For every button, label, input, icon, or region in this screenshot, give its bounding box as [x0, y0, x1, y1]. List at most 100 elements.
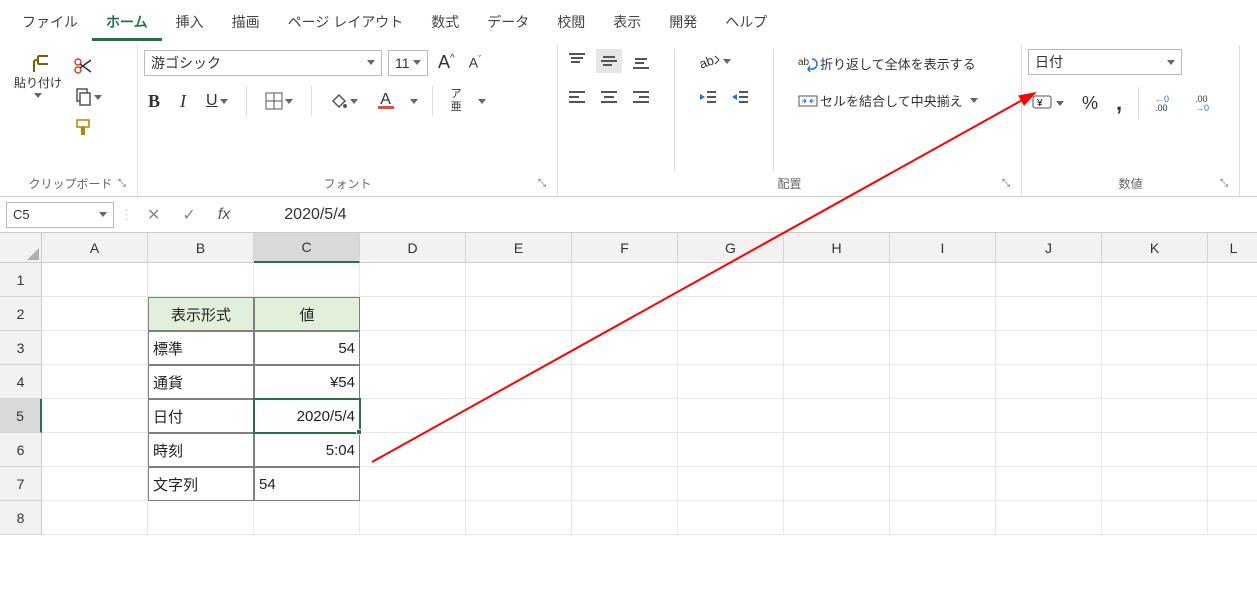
cell[interactable] [148, 263, 254, 297]
decrease-font-button[interactable]: Aˇ [465, 51, 485, 74]
cell[interactable] [678, 263, 784, 297]
cell[interactable] [572, 297, 678, 331]
cell[interactable] [890, 467, 996, 501]
cell[interactable] [42, 331, 148, 365]
cell[interactable]: 日付 [148, 399, 254, 433]
cancel-formula-button[interactable]: ✕ [139, 205, 168, 225]
cell[interactable]: 5:04 [254, 433, 360, 467]
cell[interactable] [1102, 331, 1208, 365]
cell[interactable] [1102, 365, 1208, 399]
row-header[interactable]: 6 [0, 433, 42, 467]
cell[interactable] [42, 433, 148, 467]
cell[interactable] [466, 467, 572, 501]
increase-decimal-button[interactable]: ←0.00 [1151, 91, 1181, 115]
cell[interactable]: ¥54 [254, 365, 360, 399]
cell[interactable]: 54 [254, 467, 360, 501]
bold-button[interactable]: B [144, 88, 164, 115]
cell[interactable] [784, 297, 890, 331]
cell[interactable]: 時刻 [148, 433, 254, 467]
cell[interactable] [572, 501, 678, 535]
cell[interactable] [42, 501, 148, 535]
cell[interactable] [572, 331, 678, 365]
fill-handle[interactable] [356, 429, 362, 435]
increase-font-button[interactable]: A^ [434, 49, 459, 76]
cell[interactable] [678, 399, 784, 433]
borders-button[interactable] [261, 89, 297, 113]
underline-button[interactable]: U [202, 89, 232, 113]
tab-help[interactable]: ヘルプ [711, 6, 781, 41]
cell[interactable] [678, 297, 784, 331]
formula-bar-input[interactable]: 2020/5/4 [244, 206, 346, 224]
cell[interactable]: 文字列 [148, 467, 254, 501]
cut-button[interactable] [70, 55, 106, 79]
format-painter-button[interactable] [70, 115, 106, 139]
cell[interactable] [466, 297, 572, 331]
font-color-button[interactable]: A [374, 90, 398, 112]
cell[interactable] [572, 365, 678, 399]
cell[interactable]: 54 [254, 331, 360, 365]
cell[interactable] [466, 365, 572, 399]
decrease-indent-button[interactable] [695, 85, 721, 109]
col-header[interactable]: F [572, 233, 678, 263]
phonetic-dropdown[interactable] [478, 99, 486, 104]
cell[interactable] [996, 501, 1102, 535]
cell[interactable]: 標準 [148, 331, 254, 365]
enter-formula-button[interactable]: ✓ [174, 205, 203, 225]
cell[interactable] [784, 365, 890, 399]
cell[interactable] [1102, 297, 1208, 331]
cell[interactable] [678, 365, 784, 399]
italic-button[interactable]: I [176, 88, 190, 115]
cell[interactable] [360, 263, 466, 297]
cell[interactable] [254, 263, 360, 297]
font-color-dropdown[interactable] [410, 99, 418, 104]
cell[interactable] [890, 399, 996, 433]
cell[interactable] [572, 433, 678, 467]
cell[interactable] [1208, 467, 1257, 501]
cell[interactable] [996, 433, 1102, 467]
col-header[interactable]: H [784, 233, 890, 263]
align-right-button[interactable] [628, 85, 654, 109]
cell[interactable] [678, 501, 784, 535]
cell[interactable] [572, 467, 678, 501]
col-header[interactable]: E [466, 233, 572, 263]
cell[interactable] [360, 433, 466, 467]
cell[interactable] [1208, 263, 1257, 297]
cell[interactable] [466, 433, 572, 467]
font-size-select[interactable]: 11 [388, 50, 428, 76]
cell[interactable] [784, 399, 890, 433]
cell[interactable] [1102, 501, 1208, 535]
align-left-button[interactable] [564, 85, 590, 109]
tab-draw[interactable]: 描画 [218, 6, 274, 41]
row-header[interactable]: 8 [0, 501, 42, 535]
cell[interactable] [678, 331, 784, 365]
col-header[interactable]: G [678, 233, 784, 263]
cell[interactable] [996, 297, 1102, 331]
tab-data[interactable]: データ [473, 6, 543, 41]
dialog-launcher-font[interactable]: ⤡ [535, 178, 549, 192]
cell[interactable] [890, 263, 996, 297]
merge-center-button[interactable]: セルを結合して中央揃え [794, 88, 982, 113]
selected-cell[interactable]: 2020/5/4 [254, 399, 360, 433]
cell[interactable] [996, 331, 1102, 365]
col-header[interactable]: L [1208, 233, 1257, 263]
cell[interactable] [784, 433, 890, 467]
cell[interactable] [42, 365, 148, 399]
name-box[interactable]: C5 [6, 202, 114, 228]
cell[interactable] [996, 399, 1102, 433]
tab-review[interactable]: 校閲 [543, 6, 599, 41]
cell[interactable] [678, 433, 784, 467]
row-header[interactable]: 7 [0, 467, 42, 501]
cell[interactable] [42, 297, 148, 331]
cell[interactable] [1102, 263, 1208, 297]
cell[interactable] [1208, 433, 1257, 467]
cell[interactable] [784, 501, 890, 535]
percent-button[interactable]: % [1078, 90, 1102, 117]
col-header[interactable]: A [42, 233, 148, 263]
align-bottom-button[interactable] [628, 49, 654, 73]
cell[interactable] [466, 331, 572, 365]
tab-home[interactable]: ホーム [92, 6, 162, 41]
orientation-button[interactable]: ab [695, 49, 753, 73]
cell[interactable] [1102, 467, 1208, 501]
cell[interactable] [1102, 399, 1208, 433]
cell[interactable] [996, 365, 1102, 399]
